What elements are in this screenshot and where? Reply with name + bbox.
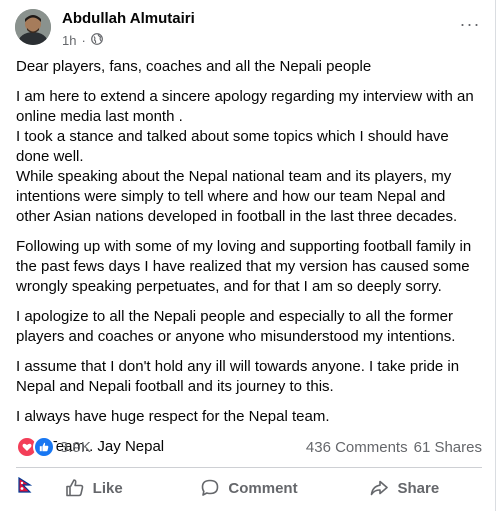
shares-count[interactable]: 61 Shares — [414, 439, 482, 456]
like-button[interactable]: Like — [16, 470, 171, 506]
post-paragraph: I am here to extend a sincere apology re… — [16, 88, 474, 225]
post-paragraph: I apologize to all the Nepali people and… — [16, 308, 456, 345]
reaction-count: 3.9K — [60, 438, 91, 456]
meta-separator: · — [81, 32, 86, 48]
share-label: Share — [397, 479, 440, 497]
post-paragraph: Following up with some of my loving and … — [16, 238, 472, 295]
actions-divider — [16, 467, 482, 468]
globe-icon — [90, 32, 103, 48]
post-stats: 3.9K 436 Comments 61 Shares — [16, 436, 482, 458]
like-reaction-icon — [33, 436, 55, 458]
facebook-post: Abdullah Almutairi 1h · ··· Dear players… — [0, 0, 496, 511]
post-header: Abdullah Almutairi 1h · ··· — [0, 0, 496, 56]
comments-count[interactable]: 436 Comments — [306, 439, 408, 456]
post-time[interactable]: 1h — [62, 33, 76, 48]
post-actions: Like Comment Share — [16, 470, 482, 506]
post-paragraph: Dear players, fans, coaches and all the … — [16, 58, 372, 75]
author-name[interactable]: Abdullah Almutairi — [62, 10, 195, 27]
engagement-counts: 436 Comments 61 Shares — [306, 439, 482, 456]
post-meta: 1h · — [62, 32, 103, 48]
share-button[interactable]: Share — [327, 470, 482, 506]
more-options-icon[interactable]: ··· — [456, 14, 484, 34]
comment-label: Comment — [228, 479, 298, 497]
like-icon — [65, 478, 85, 498]
comment-icon — [200, 478, 220, 498]
like-label: Like — [92, 479, 123, 497]
avatar[interactable] — [15, 9, 51, 45]
comment-button[interactable]: Comment — [171, 470, 326, 506]
post-paragraph: I always have huge respect for the Nepal… — [16, 408, 330, 425]
share-icon — [369, 478, 389, 498]
post-paragraph: I assume that I don't hold any ill will … — [16, 358, 460, 395]
reactions-summary[interactable]: 3.9K — [16, 436, 91, 458]
